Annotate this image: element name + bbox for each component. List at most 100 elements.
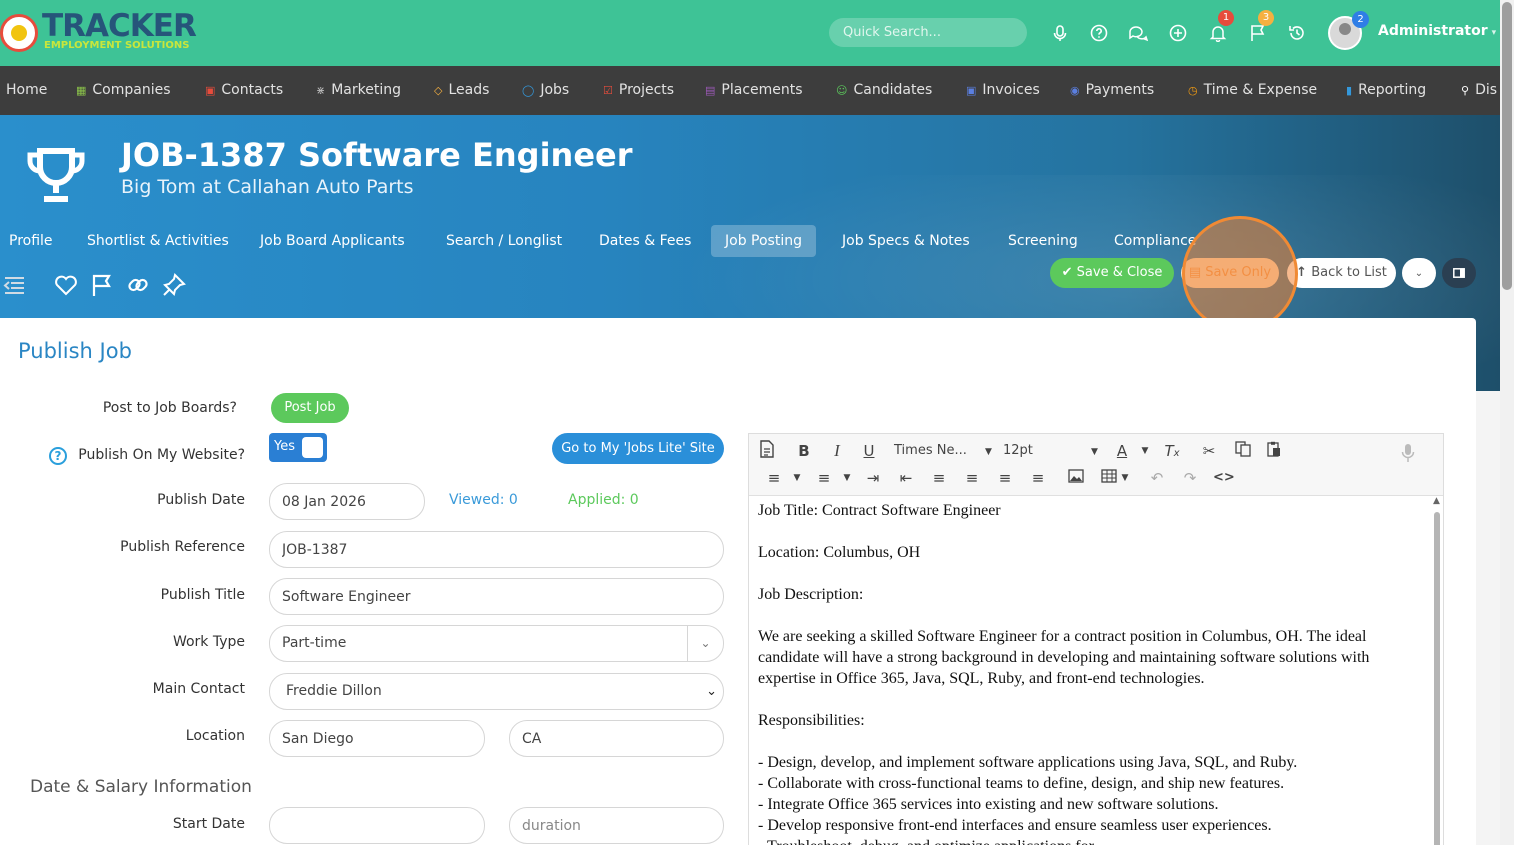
duration-field[interactable] xyxy=(509,807,724,844)
publish-date-field[interactable] xyxy=(269,483,425,520)
main-contact-select[interactable]: Freddie Dillon ⌄ xyxy=(269,673,724,710)
post-job-button[interactable]: Post Job xyxy=(271,393,349,423)
caret-down-icon[interactable]: ▼ xyxy=(1120,468,1130,488)
redo-icon[interactable]: ↷ xyxy=(1181,468,1199,488)
align-center-icon[interactable]: ≡ xyxy=(962,468,982,488)
nav-item-candidates[interactable]: ☺ Candidates xyxy=(836,66,932,115)
logo-wordmark: TRACKER xyxy=(42,8,197,44)
chat-icon[interactable] xyxy=(1128,24,1149,44)
flag-icon[interactable]: 3 xyxy=(1248,10,1274,44)
tab-profile[interactable]: Profile xyxy=(0,225,67,257)
link-icon[interactable] xyxy=(125,272,151,298)
indent-icon[interactable]: ⇥ xyxy=(863,468,883,488)
start-date-label: Start Date xyxy=(172,816,245,832)
nav-item-dis[interactable]: ⚲ Dis xyxy=(1461,66,1497,115)
tab-dates-fees[interactable]: Dates & Fees xyxy=(585,225,705,257)
tab-job-specs-notes[interactable]: Job Specs & Notes xyxy=(828,225,984,257)
publish-reference-label: Publish Reference xyxy=(120,539,245,555)
nav-item-payments[interactable]: ◉ Payments xyxy=(1070,66,1154,115)
save-close-button[interactable]: ✔ Save & Close xyxy=(1050,258,1174,288)
more-actions-button[interactable]: ⌄ xyxy=(1402,258,1436,288)
user-menu[interactable]: Administrator ▾ xyxy=(1378,23,1496,39)
page-scrollbar[interactable] xyxy=(1500,0,1514,845)
quick-search-input[interactable] xyxy=(829,18,1027,47)
nav-item-home[interactable]: Home xyxy=(6,66,47,115)
add-circle-icon[interactable] xyxy=(1168,24,1188,44)
help-circle-icon[interactable] xyxy=(1089,24,1109,44)
bullet-list-icon[interactable]: ≡ xyxy=(764,468,784,488)
tab-compliance[interactable]: Compliance xyxy=(1100,225,1210,257)
paste-icon[interactable] xyxy=(1265,441,1283,461)
candidates-icon: ☺ xyxy=(836,84,848,97)
nav-item-placements[interactable]: ▤ Placements xyxy=(705,66,803,115)
copy-icon[interactable] xyxy=(1234,441,1252,461)
publish-website-toggle[interactable]: Yes xyxy=(269,433,327,462)
italic-icon[interactable]: I xyxy=(830,441,844,461)
nav-item-contacts[interactable]: ▣ Contacts xyxy=(205,66,283,115)
logo[interactable]: TRACKER EMPLOYMENT SOLUTIONS xyxy=(0,6,200,60)
align-right-icon[interactable]: ≡ xyxy=(995,468,1015,488)
image-icon[interactable] xyxy=(1066,468,1086,488)
pin-icon[interactable] xyxy=(161,272,187,298)
notification-badge: 1 xyxy=(1218,10,1234,26)
location-city-field[interactable] xyxy=(269,720,485,757)
font-size-select[interactable]: 12pt ▼ xyxy=(1003,443,1098,458)
tab-search-longlist[interactable]: Search / Longlist xyxy=(432,225,576,257)
nav-item-time-expense[interactable]: ◷ Time & Expense xyxy=(1188,66,1317,115)
undo-icon[interactable]: ↶ xyxy=(1148,468,1166,488)
tab-job-posting[interactable]: Job Posting xyxy=(711,225,816,257)
align-left-icon[interactable]: ≡ xyxy=(929,468,949,488)
nav-item-marketing[interactable]: ⋇ Marketing xyxy=(316,66,401,115)
scroll-up-icon[interactable]: ▲ xyxy=(1433,496,1440,506)
back-to-list-button[interactable]: ↑ Back to List xyxy=(1287,258,1396,288)
nav-item-companies[interactable]: ▦ Companies xyxy=(76,66,171,115)
save-only-button[interactable]: ▤ Save Only xyxy=(1181,258,1279,288)
nav-item-invoices[interactable]: ▣ Invoices xyxy=(966,66,1040,115)
microphone-icon[interactable] xyxy=(1050,24,1070,44)
editor-paragraph: Job Title: Contract Software Engineer xyxy=(758,502,1001,519)
source-doc-icon[interactable] xyxy=(758,440,776,460)
jobs-lite-site-button[interactable]: Go to My 'Jobs Lite' Site xyxy=(552,433,724,464)
editor-content[interactable]: Job Title: Contract Software Engineer Loc… xyxy=(758,500,1408,845)
align-justify-icon[interactable]: ≡ xyxy=(1028,468,1048,488)
nav-item-projects[interactable]: ☑ Projects xyxy=(603,66,674,115)
flag-icon[interactable] xyxy=(89,272,115,298)
code-view-icon[interactable]: <> xyxy=(1213,468,1235,488)
numbered-list-icon[interactable]: ≡ xyxy=(814,468,834,488)
heart-icon[interactable] xyxy=(53,272,79,298)
tab-job-board-applicants[interactable]: Job Board Applicants xyxy=(246,225,419,257)
caret-down-icon[interactable]: ▼ xyxy=(842,468,852,488)
nav-item-leads[interactable]: ◇ Leads xyxy=(434,66,489,115)
start-date-field[interactable] xyxy=(269,807,485,844)
help-icon[interactable]: ? xyxy=(49,447,67,465)
location-state-field[interactable] xyxy=(509,720,724,757)
caret-down-icon[interactable]: ▼ xyxy=(792,468,802,488)
tab-shortlist-activities[interactable]: Shortlist & Activities xyxy=(73,225,243,257)
outdent-icon[interactable]: ⇤ xyxy=(896,468,916,488)
editor-scrollbar[interactable]: ▲ xyxy=(1432,496,1442,845)
main-nav: Home ▦ Companies ▣ Contacts ⋇ Marketing ◇ Leads ◯… xyxy=(0,66,1500,115)
collapse-menu-icon[interactable] xyxy=(2,272,28,298)
toggle-panel-button[interactable] xyxy=(1442,258,1476,288)
work-type-select[interactable]: Part-time ⌄ xyxy=(269,625,724,662)
toggle-label: Yes xyxy=(274,439,295,454)
placements-icon: ▤ xyxy=(705,84,716,97)
table-icon[interactable] xyxy=(1099,468,1119,488)
nav-item-jobs[interactable]: ◯ Jobs xyxy=(522,66,569,115)
publish-reference-field[interactable] xyxy=(269,531,724,568)
job-description-editor[interactable]: B I U Times Ne... ▼ 12pt ▼ A ▼ Tx ✂ ≡ ▼ … xyxy=(748,433,1444,845)
font-family-select[interactable]: Times Ne... ▼ xyxy=(894,443,992,458)
underline-icon[interactable]: U xyxy=(862,441,876,461)
tab-screening[interactable]: Screening xyxy=(994,225,1092,257)
text-color-icon[interactable]: A xyxy=(1114,441,1130,461)
cut-icon[interactable]: ✂ xyxy=(1200,441,1218,461)
caret-down-icon[interactable]: ▼ xyxy=(1140,441,1150,461)
bold-icon[interactable]: B xyxy=(797,441,811,461)
nav-item-reporting[interactable]: ▮ Reporting xyxy=(1346,66,1426,115)
projects-icon: ☑ xyxy=(603,84,613,97)
microphone-icon[interactable] xyxy=(1399,443,1417,463)
bell-icon[interactable]: 1 xyxy=(1208,10,1234,44)
clear-format-icon[interactable]: Tx xyxy=(1163,441,1181,461)
history-icon[interactable] xyxy=(1287,24,1307,44)
publish-title-field[interactable] xyxy=(269,578,724,615)
